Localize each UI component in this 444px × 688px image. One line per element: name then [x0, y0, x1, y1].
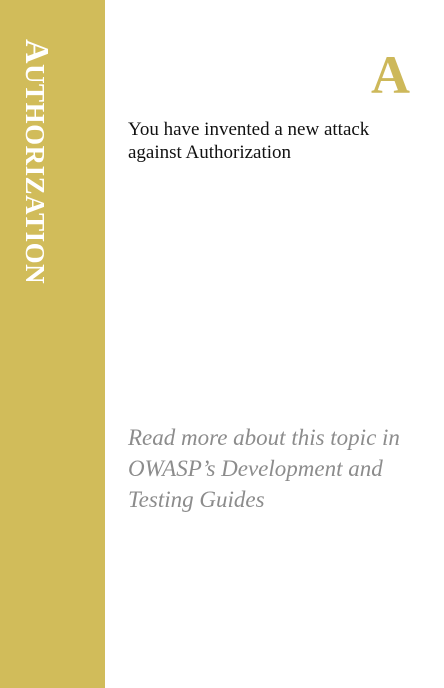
- category-title-rest: UTHORIZATION: [20, 64, 50, 285]
- category-title-initial: A: [18, 39, 55, 65]
- reference-line-3: Testing Guides: [128, 487, 265, 512]
- card-text: You have invented a new attack against A…: [128, 119, 370, 163]
- reference-text: Read more about this topic in OWASP’s De…: [128, 422, 428, 515]
- card: AUTHORIZATION A You have invented a new …: [0, 0, 444, 688]
- category-title: AUTHORIZATION: [18, 39, 55, 285]
- card-letter: A: [371, 45, 410, 105]
- reference-line-2: OWASP’s Development and: [128, 456, 383, 481]
- reference-line-1: Read more about this topic in: [128, 425, 400, 450]
- category-band: AUTHORIZATION: [0, 0, 105, 688]
